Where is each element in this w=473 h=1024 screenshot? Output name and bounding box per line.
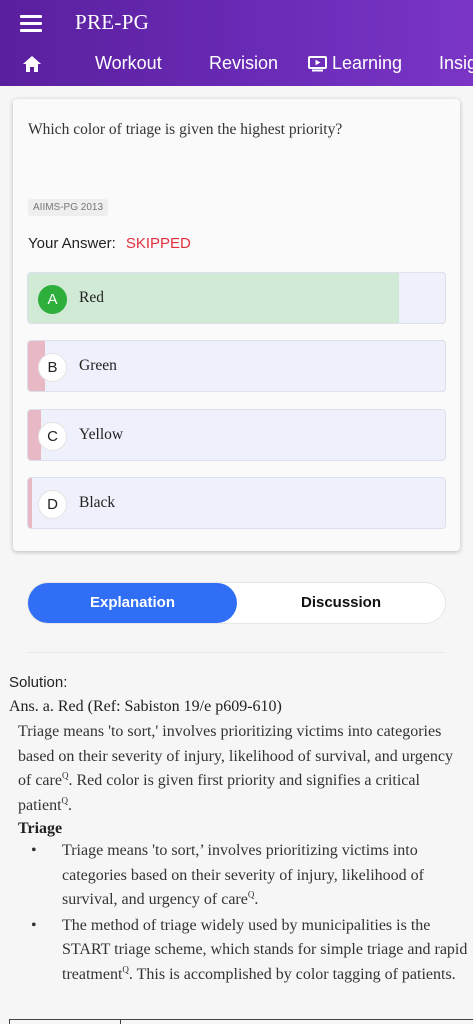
your-answer-value: SKIPPED <box>125 235 191 252</box>
divider <box>28 652 445 653</box>
tab-revision[interactable]: Revision <box>209 53 278 74</box>
option-b-letter: B <box>38 353 67 382</box>
option-a-letter: A <box>38 285 67 314</box>
option-a[interactable]: A Red <box>27 272 446 324</box>
table-top-border <box>9 1019 473 1024</box>
option-c[interactable]: C Yellow <box>27 409 446 461</box>
solution-answer: Ans. a. Red (Ref: Sabiston 19/e p609-610… <box>9 698 282 715</box>
bullet-end: . This is accomplished by color tagging … <box>128 965 456 983</box>
discussion-tab[interactable]: Discussion <box>237 583 445 623</box>
option-b-text: Green <box>79 357 117 374</box>
option-d-text: Black <box>79 494 116 511</box>
explanation-tab[interactable]: Explanation <box>28 583 237 623</box>
bullet-text: Triage means 'to sort,’ involves priorit… <box>62 842 424 908</box>
list-item: The method of triage widely used by muni… <box>31 914 469 988</box>
app-bar: PRE-PG Workout Revision Learning Insig <box>0 0 473 86</box>
option-d-percent-bar <box>28 478 33 528</box>
explanation-discussion-toggle: Explanation Discussion <box>28 583 445 623</box>
tab-workout[interactable]: Workout <box>95 53 162 74</box>
list-item: Triage means 'to sort,’ involves priorit… <box>31 839 469 913</box>
question-text: Which color of triage is given the highe… <box>28 121 343 138</box>
option-c-text: Yellow <box>79 426 124 443</box>
home-icon[interactable] <box>22 55 42 73</box>
option-d-letter: D <box>38 490 67 519</box>
option-c-letter: C <box>38 422 67 451</box>
solution-paragraph-end: . <box>68 796 73 814</box>
question-card: Which color of triage is given the highe… <box>13 99 460 551</box>
solution-paragraph: Triage means 'to sort,' involves priorit… <box>18 720 469 818</box>
app-title: PRE-PG <box>75 10 150 34</box>
table-column-divider <box>120 1020 121 1024</box>
solution-section: Solution: Ans. a. Red (Ref: Sabiston 19/… <box>9 674 469 987</box>
video-play-icon <box>308 56 327 72</box>
nav-tabs: Workout Revision Learning Insig <box>0 46 473 82</box>
your-answer-label: Your Answer: <box>28 235 116 252</box>
tab-learning[interactable]: Learning <box>332 53 402 74</box>
menu-icon[interactable] <box>20 13 44 33</box>
solution-subheading: Triage <box>18 820 63 837</box>
option-b[interactable]: B Green <box>27 340 446 392</box>
solution-paragraph-text-2: . Red color is given first priority and … <box>18 772 420 814</box>
solution-heading: Solution: <box>9 674 68 691</box>
tab-insights[interactable]: Insig <box>439 53 473 74</box>
exam-tag: AIIMS-PG 2013 <box>28 199 109 216</box>
bullet-end: . <box>254 891 259 908</box>
option-a-text: Red <box>79 289 104 306</box>
option-d[interactable]: D Black <box>27 477 446 529</box>
your-answer: Your Answer: SKIPPED <box>28 235 191 252</box>
